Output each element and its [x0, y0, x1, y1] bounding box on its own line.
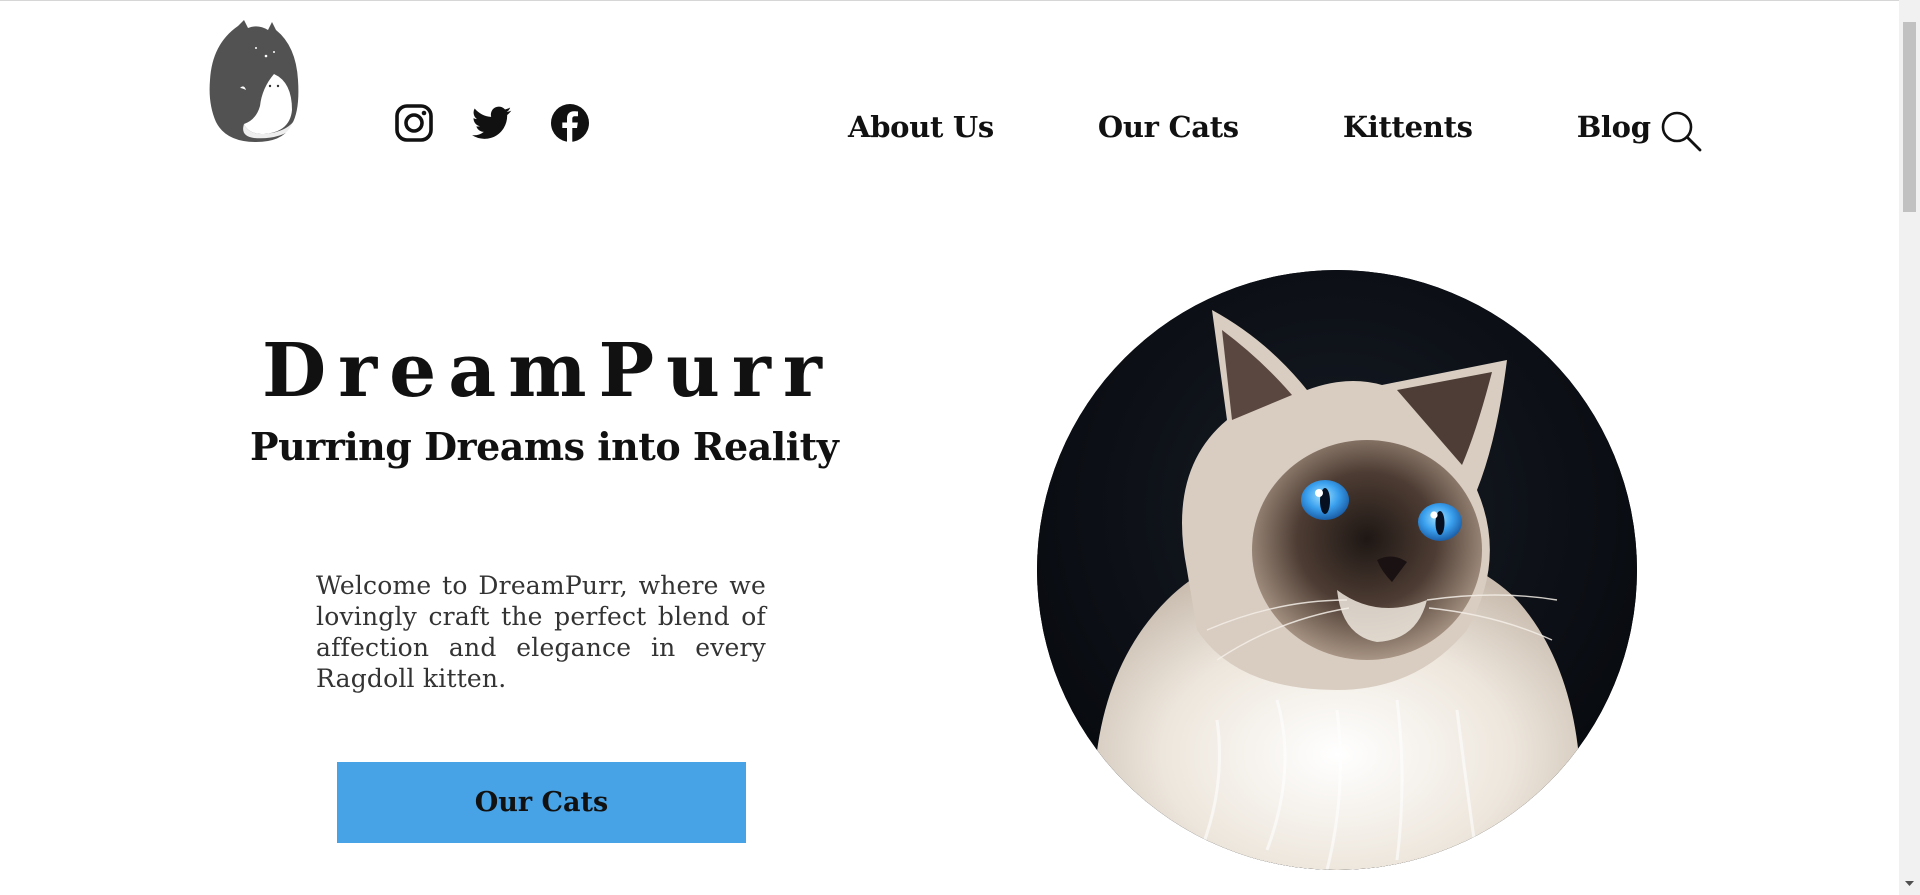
nav-about-us[interactable]: About Us [848, 110, 994, 144]
facebook-link[interactable] [550, 103, 590, 143]
instagram-link[interactable] [394, 103, 434, 143]
site-tagline: Purring Dreams into Reality [250, 424, 839, 469]
nav-kittents[interactable]: Kittents [1343, 110, 1473, 144]
twitter-link[interactable] [472, 103, 512, 143]
main-nav: About Us Our Cats Kittents Blog [848, 110, 1651, 144]
facebook-icon [551, 104, 589, 142]
our-cats-button[interactable]: Our Cats [337, 762, 746, 843]
scrollbar-thumb[interactable] [1903, 22, 1916, 212]
top-border [0, 0, 1920, 1]
social-links [394, 103, 590, 143]
twitter-icon [472, 106, 512, 139]
search-icon [1661, 111, 1702, 152]
search-button[interactable] [1660, 110, 1702, 152]
cat-illustration [1037, 270, 1637, 870]
page-scrollbar[interactable] [1899, 0, 1920, 895]
site-logo[interactable] [208, 18, 304, 144]
welcome-text: Welcome to DreamPurr, where we lovingly … [316, 571, 766, 693]
nav-our-cats[interactable]: Our Cats [1098, 110, 1239, 144]
site-title: DreamPurr [262, 328, 834, 414]
cat-silhouette-logo-icon [209, 20, 299, 142]
instagram-icon [395, 104, 433, 142]
scroll-down-arrow-icon[interactable] [1899, 875, 1920, 891]
ragdoll-cat-image [1037, 270, 1637, 870]
nav-blog[interactable]: Blog [1577, 110, 1651, 144]
